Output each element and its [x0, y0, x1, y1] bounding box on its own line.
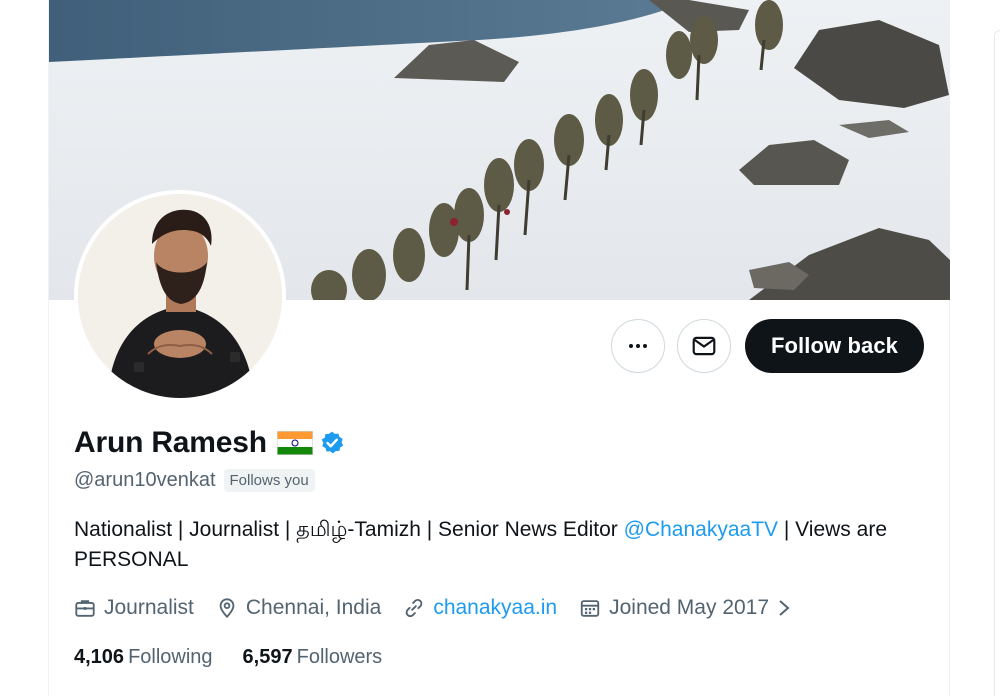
- briefcase-icon: [75, 600, 95, 617]
- profile-stats: 4,106 Following 6,597 Followers: [74, 646, 412, 669]
- link-icon: [406, 598, 423, 618]
- joined-item[interactable]: Joined May 2017: [579, 596, 799, 620]
- profile-meta: Journalist Chennai, India chanakyaa.in J…: [74, 596, 821, 620]
- side-panel-edge: [994, 30, 1000, 696]
- location-text: Chennai, India: [245, 596, 382, 619]
- following-stat[interactable]: 4,106 Following: [74, 646, 213, 669]
- profile-bio: Nationalist | Journalist | தமிழ்-Tamizh …: [74, 515, 934, 575]
- profile-column: Follow back Arun Ramesh @arun10venkat Fo…: [48, 0, 950, 696]
- following-count: 4,106: [74, 646, 125, 668]
- location-item: Chennai, India: [216, 596, 381, 620]
- verified-badge-icon[interactable]: [319, 430, 345, 456]
- profile-actions: Follow back: [610, 319, 924, 373]
- following-label: Following: [128, 646, 213, 668]
- display-name: Arun Ramesh: [74, 426, 267, 459]
- envelope-icon: [692, 336, 716, 356]
- calendar-icon: [580, 600, 600, 617]
- user-handle: @arun10venkat: [74, 469, 216, 491]
- profession-item: Journalist: [74, 596, 194, 620]
- profession-text: Journalist: [104, 596, 194, 619]
- avatar[interactable]: [74, 190, 286, 402]
- follow-back-button[interactable]: Follow back: [744, 319, 924, 373]
- website-item: chanakyaa.in: [403, 596, 557, 620]
- message-button[interactable]: [676, 319, 731, 373]
- handle-row: @arun10venkat Follows you: [74, 469, 315, 492]
- followers-stat[interactable]: 6,597 Followers: [243, 646, 383, 669]
- name-row: Arun Ramesh: [74, 426, 345, 460]
- more-button[interactable]: [610, 319, 665, 373]
- follows-you-badge: Follows you: [223, 469, 315, 492]
- avatar-photo: [78, 194, 282, 398]
- followers-label: Followers: [296, 646, 383, 668]
- joined-text: Joined May 2017: [609, 596, 770, 619]
- location-pin-icon: [219, 598, 235, 619]
- bio-mention-link[interactable]: @ChanakyaaTV: [624, 518, 778, 541]
- followers-count: 6,597: [242, 646, 293, 668]
- chevron-right-icon: [779, 600, 790, 616]
- bio-text: Nationalist | Journalist | தமிழ்-Tamizh …: [74, 518, 624, 541]
- profile-page: Follow back Arun Ramesh @arun10venkat Fo…: [0, 0, 1000, 696]
- more-horizontal-icon: [628, 344, 647, 348]
- website-link[interactable]: chanakyaa.in: [433, 596, 557, 620]
- india-flag-icon: [276, 431, 313, 455]
